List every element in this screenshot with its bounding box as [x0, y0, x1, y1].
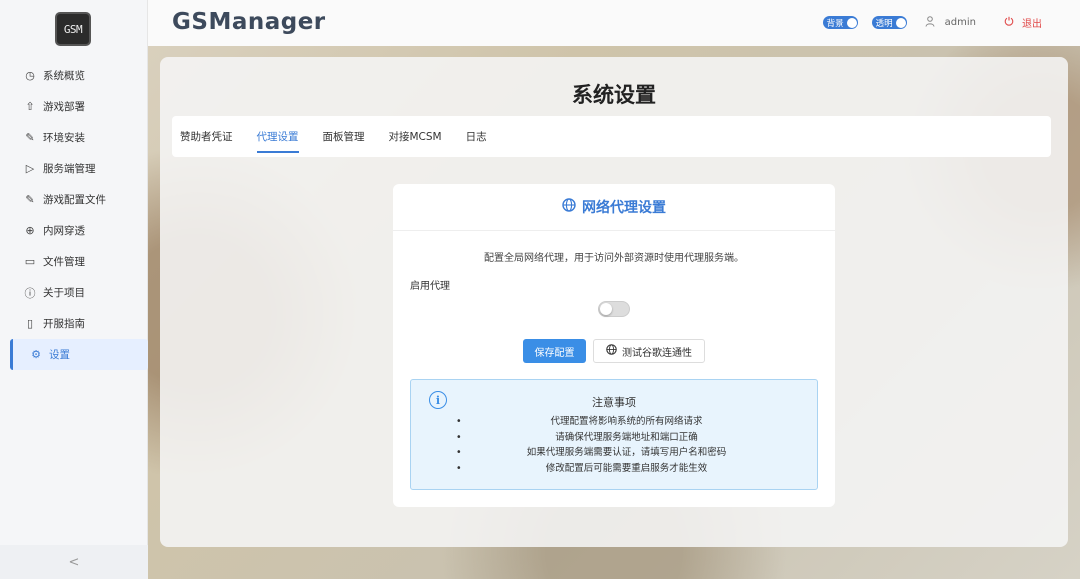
sidebar-item-about[interactable]: ⓘ 关于项目 [10, 277, 148, 308]
power-icon [1004, 16, 1014, 29]
sidebar-item-label: 内网穿透 [43, 225, 85, 237]
notice-list: 代理配置将影响系统的所有网络请求 请确保代理服务端地址和端口正确 如果代理服务端… [456, 414, 797, 476]
main-panel: 系统设置 赞助者凭证 代理设置 面板管理 对接MCSM 日志 网络代理设置 配置… [160, 57, 1068, 547]
sidebar-item-guide[interactable]: ▯ 开服指南 [10, 308, 148, 339]
header-actions: 背景 透明 admin 退出 [822, 15, 1042, 30]
sidebar: GSM ◷ 系统概览 ⇧ 游戏部署 ✎ 环境安装 ▷ 服务端管理 ✎ 游戏配置文… [0, 0, 148, 579]
tab-sponsor-credentials[interactable]: 赞助者凭证 [180, 116, 233, 157]
rocket-icon: ⇧ [25, 100, 35, 113]
tab-mcsm[interactable]: 对接MCSM [389, 116, 442, 157]
toggle-knob [846, 17, 857, 28]
list-item: 请确保代理服务端地址和端口正确 [456, 430, 797, 446]
card-title: 网络代理设置 [582, 200, 666, 216]
sidebar-item-tunnel[interactable]: ⊕ 内网穿透 [10, 215, 148, 246]
header: GSManager 背景 透明 admin 退出 [148, 0, 1080, 46]
book-icon: ▯ [26, 317, 34, 330]
tool-icon: ✎ [25, 193, 35, 206]
tab-proxy-settings[interactable]: 代理设置 [256, 116, 299, 157]
card-header: 网络代理设置 [393, 184, 835, 231]
sidebar-item-label: 开服指南 [43, 318, 85, 330]
background-toggle[interactable]: 背景 [822, 16, 858, 29]
sidebar-item-deploy[interactable]: ⇧ 游戏部署 [10, 91, 148, 122]
app-logo[interactable]: GSM [55, 12, 91, 46]
page-title: 系统设置 [572, 83, 656, 107]
globe-icon [606, 344, 617, 358]
sidebar-item-settings[interactable]: ⚙ 设置 [10, 339, 148, 370]
tab-logs[interactable]: 日志 [466, 116, 487, 157]
sidebar-item-label: 环境安装 [43, 132, 85, 144]
folder-icon: ▭ [24, 255, 36, 268]
notice-box: i 注意事项 代理配置将影响系统的所有网络请求 请确保代理服务端地址和端口正确 … [410, 379, 818, 490]
sidebar-item-label: 系统概览 [43, 70, 85, 82]
sidebar-item-label: 游戏部署 [43, 101, 85, 113]
settings-tabs: 赞助者凭证 代理设置 面板管理 对接MCSM 日志 [172, 116, 1051, 157]
sidebar-item-env-install[interactable]: ✎ 环境安装 [10, 122, 148, 153]
proxy-settings-card: 网络代理设置 配置全局网络代理，用于访问外部资源时使用代理服务端。 启用代理 保… [393, 184, 835, 507]
user-icon [925, 15, 935, 30]
sidebar-collapse-button[interactable]: < [0, 545, 148, 579]
wrench-icon: ✎ [25, 131, 35, 144]
enable-proxy-switch[interactable] [598, 301, 630, 317]
tab-panel-management[interactable]: 面板管理 [323, 116, 365, 157]
enable-proxy-label: 启用代理 [410, 281, 450, 292]
save-config-button[interactable]: 保存配置 [523, 339, 586, 363]
card-description: 配置全局网络代理，用于访问外部资源时使用代理服务端。 [484, 253, 744, 264]
info-icon: ⓘ [24, 286, 36, 300]
gear-icon: ⚙ [31, 348, 41, 361]
username: admin [944, 17, 976, 28]
globe-icon [562, 198, 576, 216]
user-menu[interactable]: admin [925, 15, 976, 30]
list-item: 如果代理服务端需要认证，请填写用户名和密码 [456, 445, 797, 461]
sidebar-item-server-management[interactable]: ▷ 服务端管理 [10, 153, 148, 184]
list-item: 代理配置将影响系统的所有网络请求 [456, 414, 797, 430]
sidebar-item-label: 关于项目 [43, 287, 85, 299]
sidebar-item-label: 设置 [49, 349, 70, 361]
sidebar-item-game-config[interactable]: ✎ 游戏配置文件 [10, 184, 148, 215]
toggle-knob [895, 17, 906, 28]
notice-title: 注意事项 [592, 396, 636, 409]
test-google-button[interactable]: 测试谷歌连通性 [593, 339, 705, 363]
logout-label: 退出 [1022, 19, 1042, 30]
switch-knob [600, 303, 612, 315]
test-button-label: 测试谷歌连通性 [622, 347, 692, 359]
toggle-label: 背景 [826, 18, 844, 29]
list-item: 修改配置后可能需要重启服务才能生效 [456, 461, 797, 477]
sidebar-nav: ◷ 系统概览 ⇧ 游戏部署 ✎ 环境安装 ▷ 服务端管理 ✎ 游戏配置文件 ⊕ … [10, 60, 148, 370]
transparency-toggle[interactable]: 透明 [871, 16, 907, 29]
toggle-label: 透明 [875, 18, 893, 29]
play-circle-icon: ▷ [25, 162, 35, 175]
brand-title: GSManager [172, 9, 326, 35]
dashboard-icon: ◷ [25, 69, 35, 82]
sidebar-item-label: 文件管理 [43, 256, 85, 268]
chevron-left-icon: < [68, 554, 80, 570]
sidebar-item-label: 服务端管理 [43, 163, 96, 175]
sidebar-item-files[interactable]: ▭ 文件管理 [10, 246, 148, 277]
logout-button[interactable]: 退出 [1004, 15, 1042, 30]
sidebar-item-label: 游戏配置文件 [43, 194, 106, 206]
globe-icon: ⊕ [25, 224, 35, 237]
sidebar-item-overview[interactable]: ◷ 系统概览 [10, 60, 148, 91]
